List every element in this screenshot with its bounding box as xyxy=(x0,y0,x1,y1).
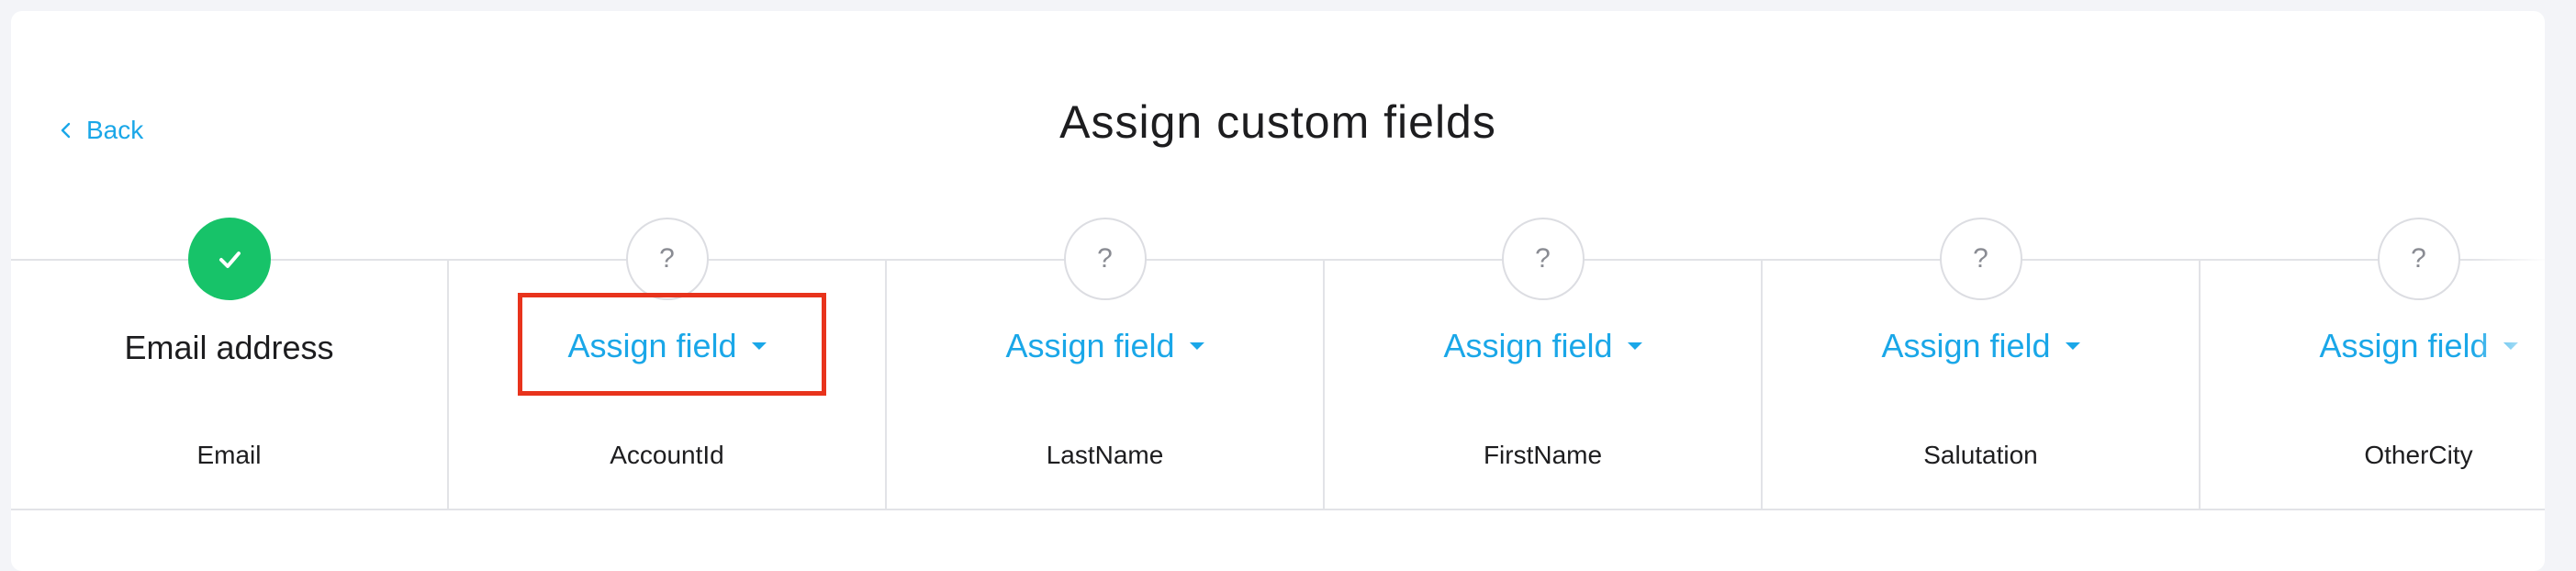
page-title: Assign custom fields xyxy=(1059,96,1496,148)
caret-down-icon xyxy=(1627,342,1642,350)
assign-field-label: Assign field xyxy=(1881,327,2051,364)
caret-down-icon xyxy=(2065,342,2080,350)
question-icon: ? xyxy=(1063,218,1147,300)
assign-field-label: Assign field xyxy=(1005,327,1175,364)
field-column-salutation: ? Assign field Salutation xyxy=(1763,218,2201,509)
source-field-name: Email xyxy=(196,441,262,469)
field-column-lastname: ? Assign field LastName xyxy=(887,218,1325,509)
question-icon: ? xyxy=(1939,218,2022,300)
assign-field-label: Assign field xyxy=(1443,327,1613,364)
field-column-email: Email address Email xyxy=(11,218,449,509)
source-field-name: FirstName xyxy=(1483,441,1603,469)
assign-field-dropdown[interactable]: Assign field xyxy=(1881,327,2080,365)
field-column-othercity: ? Assign field OtherCity xyxy=(2201,218,2545,509)
assign-field-dropdown[interactable]: Assign field xyxy=(2319,327,2518,365)
caret-down-icon xyxy=(1189,342,1204,350)
question-icon: ? xyxy=(625,218,709,300)
question-icon: ? xyxy=(1501,218,1585,300)
field-column-firstname: ? Assign field FirstName xyxy=(1325,218,1763,509)
caret-down-icon xyxy=(2503,342,2518,350)
assign-field-dropdown[interactable]: Assign field xyxy=(1443,327,1642,365)
field-column-accountid: ? Assign field AccountId xyxy=(449,218,887,509)
source-field-name: Salutation xyxy=(1923,441,2038,469)
assign-fields-card: Back Assign custom fields Email address … xyxy=(11,11,2545,571)
source-field-name: AccountId xyxy=(610,441,724,469)
assign-field-dropdown[interactable]: Assign field xyxy=(567,327,767,365)
caret-down-icon xyxy=(751,342,767,350)
assign-field-label: Assign field xyxy=(567,327,737,364)
status-complete xyxy=(187,218,271,300)
source-field-name: LastName xyxy=(1046,441,1164,469)
assigned-field-label: Email address xyxy=(124,329,334,366)
assign-field-dropdown[interactable]: Assign field xyxy=(1005,327,1204,365)
assign-field-label: Assign field xyxy=(2319,327,2489,364)
checkmark-icon xyxy=(218,252,241,268)
source-field-name: OtherCity xyxy=(2364,441,2473,469)
table-divider-bottom xyxy=(11,509,2545,510)
question-icon: ? xyxy=(2377,218,2460,300)
